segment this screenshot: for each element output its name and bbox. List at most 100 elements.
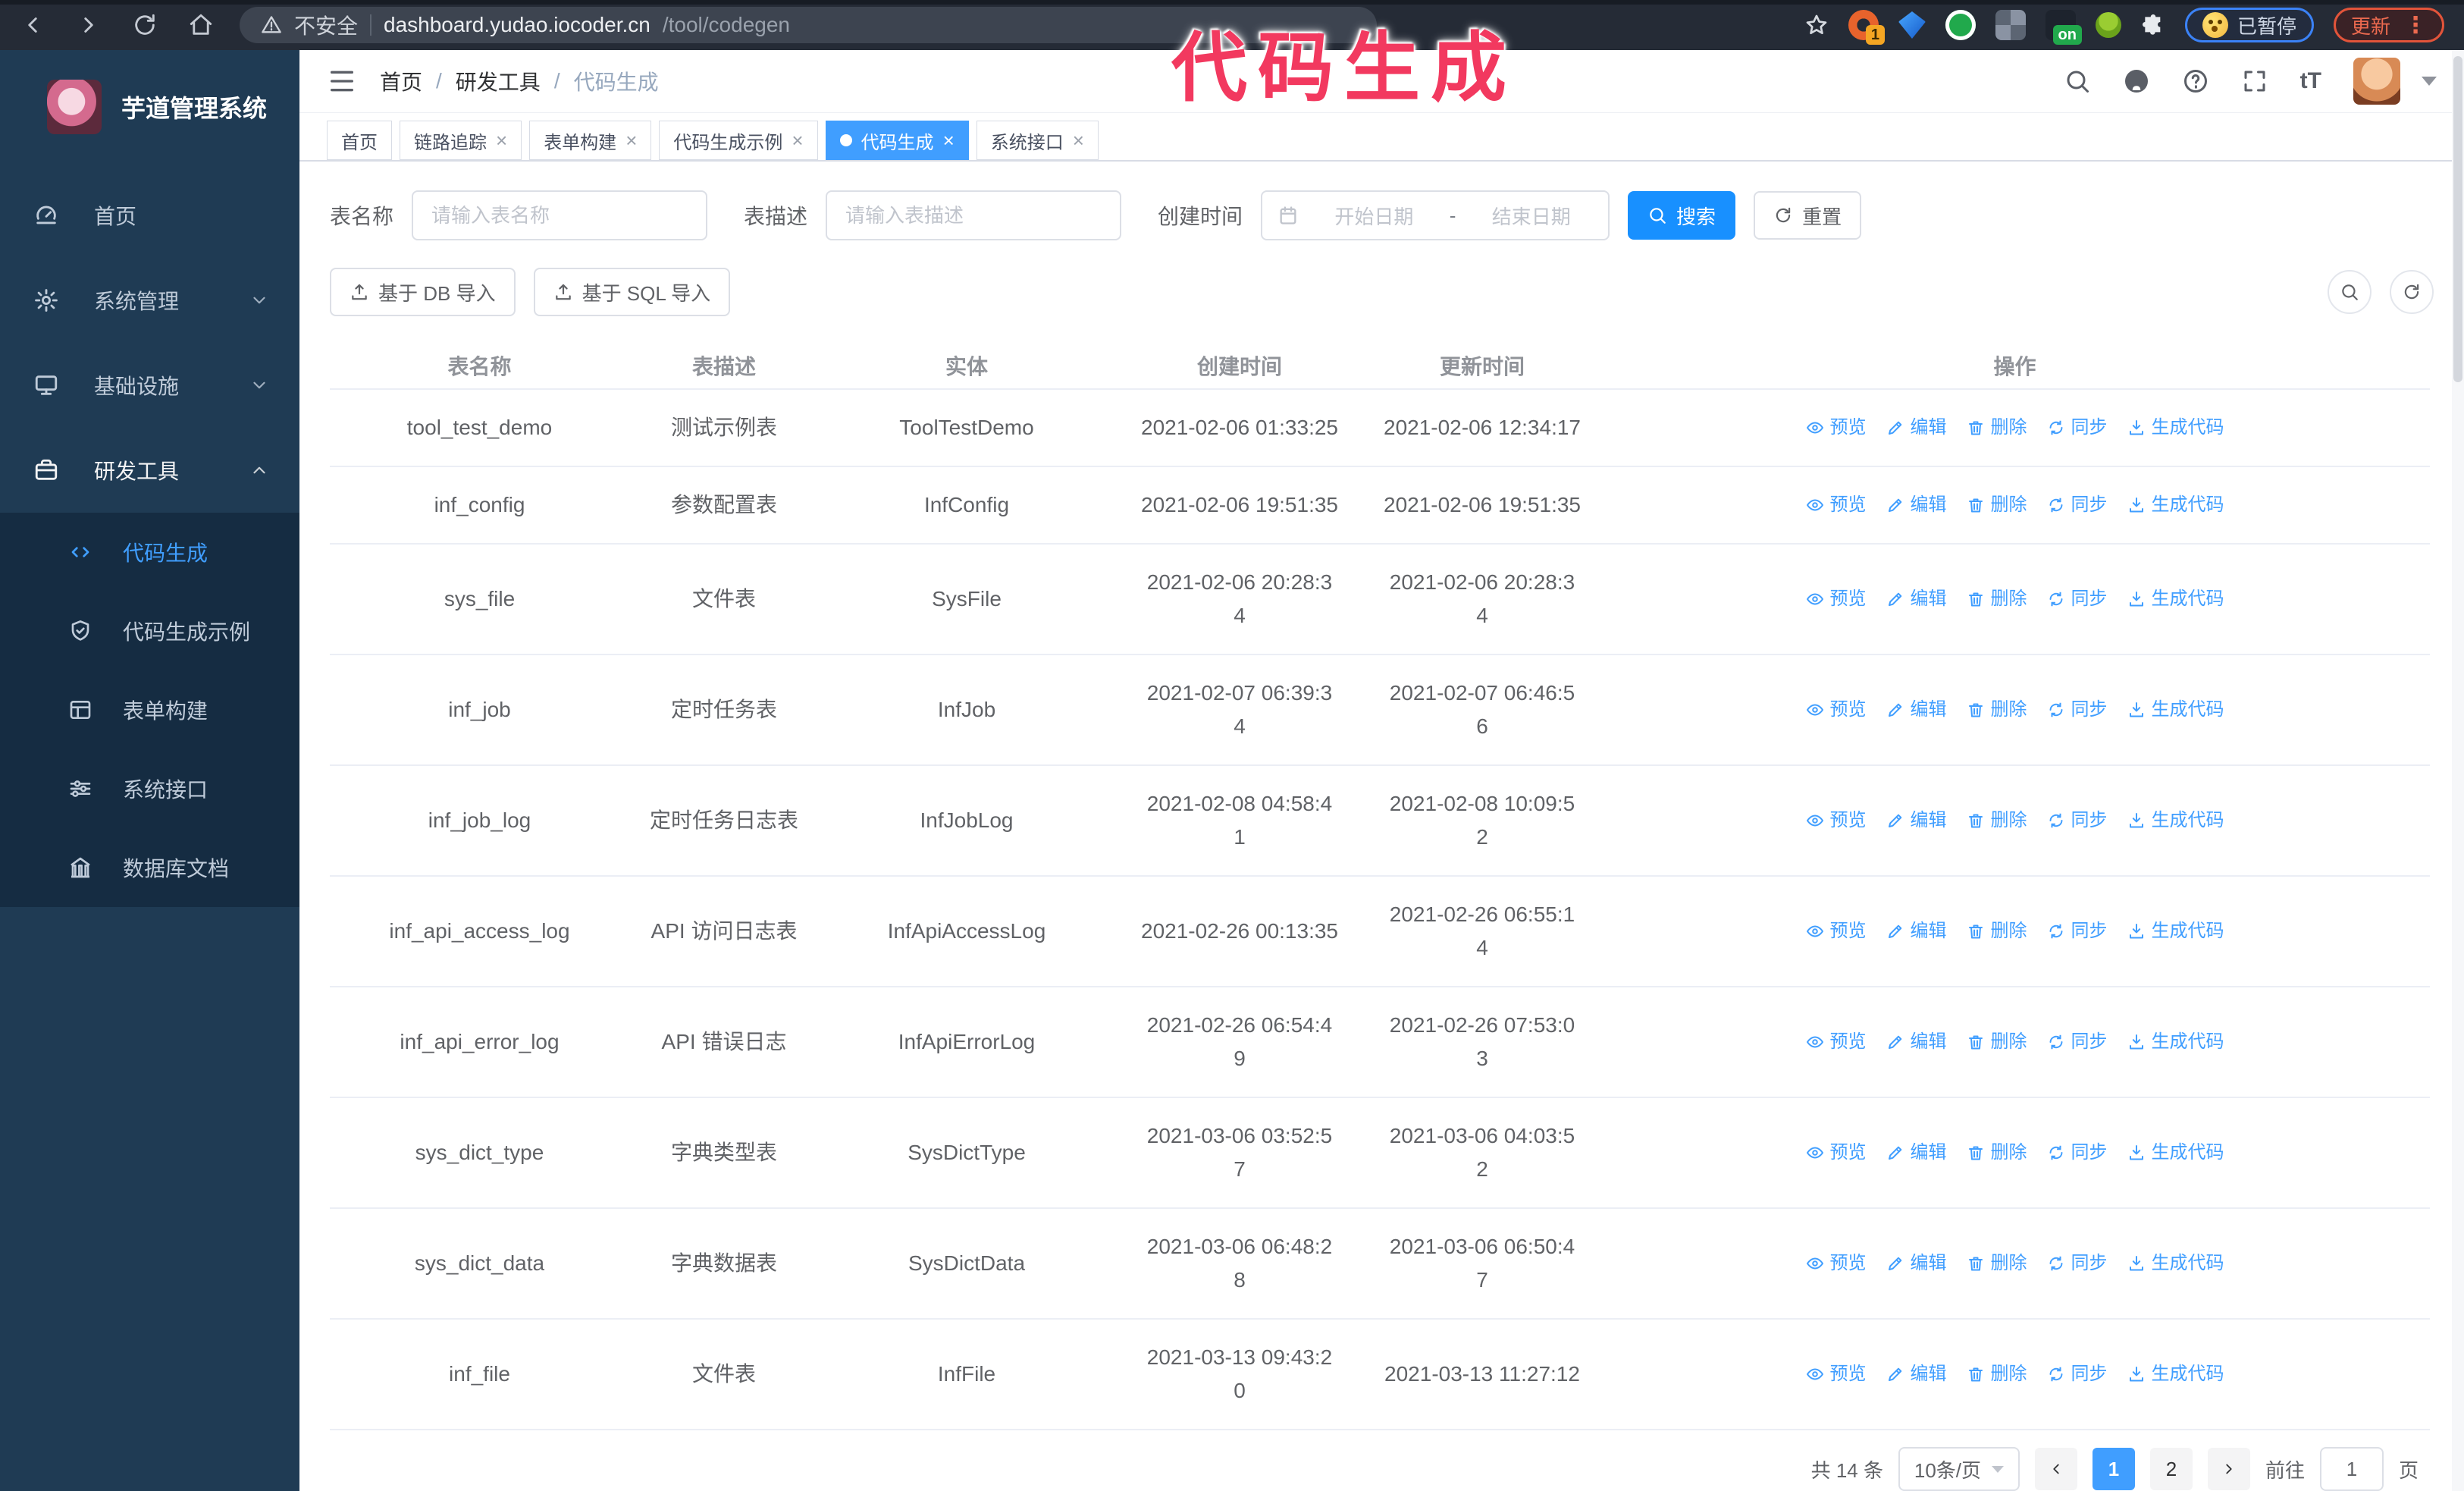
page-size-select[interactable]: 10条/页 [1898, 1447, 2020, 1491]
extension-icon-grid[interactable] [1995, 10, 2026, 40]
generate-code-link[interactable]: 生成代码 [2127, 693, 2224, 727]
extension-icon-gem[interactable] [1898, 11, 1926, 39]
sync-link[interactable]: 同步 [2047, 411, 2108, 444]
help-icon[interactable] [2182, 67, 2209, 95]
generate-code-link[interactable]: 生成代码 [2127, 582, 2224, 616]
breadcrumb-devtools[interactable]: 研发工具 [456, 66, 541, 96]
preview-link[interactable]: 预览 [1806, 411, 1867, 444]
page-scrollbar[interactable] [2452, 50, 2464, 1491]
delete-link[interactable]: 删除 [1967, 488, 2027, 522]
edit-link[interactable]: 编辑 [1886, 488, 1947, 522]
preview-link[interactable]: 预览 [1806, 488, 1867, 522]
forward-icon[interactable] [76, 12, 102, 38]
import-sql-button[interactable]: 基于 SQL 导入 [533, 268, 731, 316]
delete-link[interactable]: 删除 [1967, 1136, 2027, 1169]
generate-code-link[interactable]: 生成代码 [2127, 1247, 2224, 1280]
sync-link[interactable]: 同步 [2047, 804, 2108, 837]
chrome-update-pill[interactable]: 更新 ⋮ [2333, 8, 2444, 42]
tab-codegen-example[interactable]: 代码生成示例 × [659, 121, 818, 160]
prev-page-button[interactable] [2034, 1448, 2077, 1490]
bookmark-star-icon[interactable] [1804, 13, 1829, 37]
extension-icon-dark[interactable]: on [2045, 10, 2082, 45]
generate-code-link[interactable]: 生成代码 [2127, 411, 2224, 444]
sidebar-item-system[interactable]: 系统管理 [0, 258, 299, 343]
profile-paused-pill[interactable]: 已暂停 [2184, 8, 2314, 42]
sidebar-logo[interactable]: 芋道管理系统 [0, 50, 299, 164]
sidebar-item-codegen[interactable]: 代码生成 [0, 513, 299, 592]
page-button-1[interactable]: 1 [2092, 1448, 2135, 1490]
generate-code-link[interactable]: 生成代码 [2127, 915, 2224, 948]
url-host[interactable]: dashboard.yudao.iocoder.cn [384, 13, 650, 37]
edit-link[interactable]: 编辑 [1886, 1358, 1947, 1391]
page-button-2[interactable]: 2 [2149, 1448, 2193, 1490]
url-path[interactable]: /tool/codegen [663, 13, 790, 37]
delete-link[interactable]: 删除 [1967, 693, 2027, 727]
sync-link[interactable]: 同步 [2047, 1136, 2108, 1169]
extension-icon-green-check[interactable] [1945, 10, 1976, 40]
extensions-puzzle-icon[interactable] [2141, 13, 2165, 37]
edit-link[interactable]: 编辑 [1886, 1247, 1947, 1280]
browser-menu-icon[interactable]: ⋮ [2404, 12, 2427, 39]
delete-link[interactable]: 删除 [1967, 1247, 2027, 1280]
reload-icon[interactable] [132, 12, 158, 38]
delete-link[interactable]: 删除 [1967, 804, 2027, 837]
table-name-input[interactable] [412, 190, 708, 240]
sync-link[interactable]: 同步 [2047, 693, 2108, 727]
avatar[interactable] [2353, 58, 2400, 105]
date-end-placeholder[interactable]: 结束日期 [1469, 202, 1593, 230]
search-button[interactable]: 搜索 [1628, 191, 1736, 240]
close-icon[interactable]: × [943, 130, 955, 150]
close-icon[interactable]: × [1073, 130, 1084, 150]
goto-page-input[interactable] [2319, 1447, 2384, 1491]
toggle-search-button[interactable] [2328, 270, 2372, 314]
fullscreen-icon[interactable] [2241, 67, 2268, 95]
tab-system-api[interactable]: 系统接口 × [976, 121, 1099, 160]
search-icon[interactable] [2064, 67, 2091, 95]
tab-home[interactable]: 首页 [327, 121, 392, 160]
sync-link[interactable]: 同步 [2047, 1025, 2108, 1059]
reset-button[interactable]: 重置 [1754, 191, 1862, 240]
edit-link[interactable]: 编辑 [1886, 582, 1947, 616]
sync-link[interactable]: 同步 [2047, 1247, 2108, 1280]
caret-down-icon[interactable] [2422, 77, 2437, 86]
tab-form-builder[interactable]: 表单构建 × [529, 121, 652, 160]
breadcrumb-home[interactable]: 首页 [380, 66, 422, 96]
scrollbar-thumb[interactable] [2453, 56, 2462, 382]
edit-link[interactable]: 编辑 [1886, 1136, 1947, 1169]
extension-icon-orange[interactable]: 1 [1848, 10, 1885, 45]
edit-link[interactable]: 编辑 [1886, 693, 1947, 727]
edit-link[interactable]: 编辑 [1886, 411, 1947, 444]
sidebar-item-form-builder[interactable]: 表单构建 [0, 670, 299, 749]
security-label[interactable]: 不安全 [294, 10, 358, 40]
generate-code-link[interactable]: 生成代码 [2127, 488, 2224, 522]
preview-link[interactable]: 预览 [1806, 582, 1867, 616]
delete-link[interactable]: 删除 [1967, 582, 2027, 616]
import-db-button[interactable]: 基于 DB 导入 [330, 268, 516, 316]
date-start-placeholder[interactable]: 开始日期 [1312, 202, 1436, 230]
preview-link[interactable]: 预览 [1806, 693, 1867, 727]
extension-icon-bot[interactable] [2095, 12, 2121, 38]
hamburger-icon[interactable] [327, 66, 357, 96]
github-icon[interactable] [2123, 67, 2150, 95]
preview-link[interactable]: 预览 [1806, 1025, 1867, 1059]
sidebar-item-codegen-example[interactable]: 代码生成示例 [0, 592, 299, 670]
sidebar-item-home[interactable]: 首页 [0, 173, 299, 258]
close-icon[interactable]: × [496, 130, 507, 150]
preview-link[interactable]: 预览 [1806, 915, 1867, 948]
generate-code-link[interactable]: 生成代码 [2127, 1136, 2224, 1169]
preview-link[interactable]: 预览 [1806, 1247, 1867, 1280]
preview-link[interactable]: 预览 [1806, 804, 1867, 837]
edit-link[interactable]: 编辑 [1886, 915, 1947, 948]
refresh-table-button[interactable] [2390, 270, 2434, 314]
delete-link[interactable]: 删除 [1967, 411, 2027, 444]
back-icon[interactable] [20, 12, 45, 38]
sync-link[interactable]: 同步 [2047, 1358, 2108, 1391]
sidebar-item-system-api[interactable]: 系统接口 [0, 749, 299, 828]
home-icon[interactable] [188, 12, 214, 38]
sidebar-item-db-doc[interactable]: 数据库文档 [0, 828, 299, 907]
font-size-icon[interactable]: tT [2300, 68, 2321, 94]
generate-code-link[interactable]: 生成代码 [2127, 1025, 2224, 1059]
sync-link[interactable]: 同步 [2047, 915, 2108, 948]
date-range-picker[interactable]: 开始日期 - 结束日期 [1261, 190, 1610, 240]
sync-link[interactable]: 同步 [2047, 488, 2108, 522]
